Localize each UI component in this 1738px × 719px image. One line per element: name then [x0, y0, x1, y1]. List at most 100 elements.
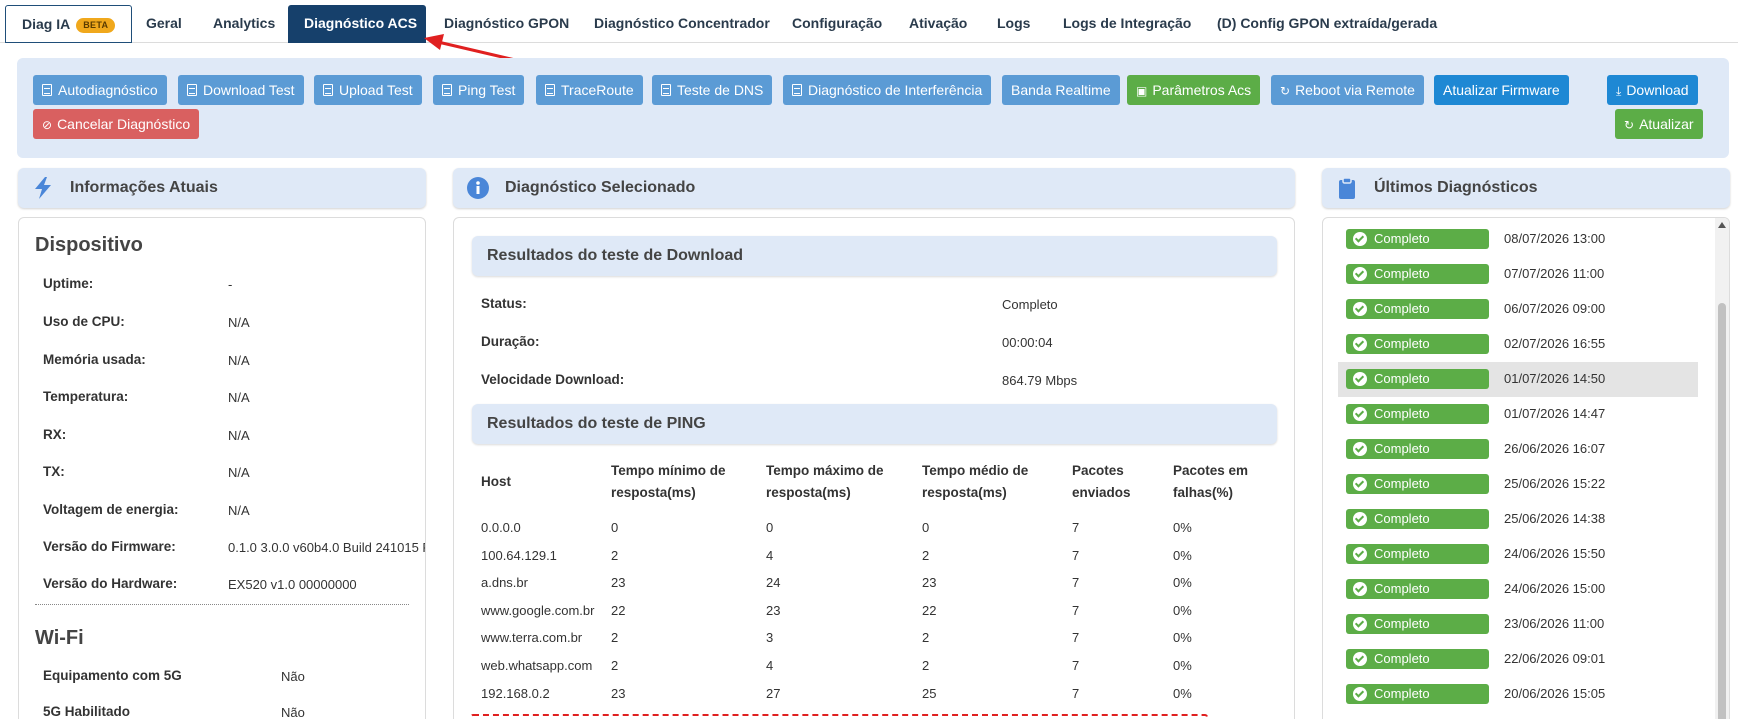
diagnostic-date: 02/07/2026 16:55 [1504, 336, 1606, 351]
beta-badge: BETA [76, 17, 116, 33]
diagnostic-list-item[interactable]: Completo 25/06/2026 14:38 [1338, 502, 1698, 537]
diagnostic-list-item[interactable]: Completo 20/06/2026 15:05 [1338, 677, 1698, 712]
autodiagnostico-button[interactable]: Autodiagnóstico [33, 75, 167, 105]
table-cell: 22 [922, 602, 937, 618]
status-badge: Completo [1346, 334, 1489, 354]
table-cell: a.dns.br [481, 575, 528, 591]
refresh-button[interactable]: ↻ Atualizar [1615, 109, 1703, 139]
ping-results-header: Resultados do teste de PING [472, 404, 1277, 444]
download-button[interactable]: ⤓ Download [1607, 75, 1698, 105]
download-test-button[interactable]: Download Test [178, 75, 304, 105]
diagnostic-list-item[interactable]: Completo 23/06/2026 11:00 [1338, 607, 1698, 642]
table-cell: 0% [1173, 658, 1192, 673]
status-badge: Completo [1346, 299, 1489, 319]
table-cell: web.whatsapp.com [481, 658, 593, 673]
diagnostic-list-item[interactable]: Completo 24/06/2026 15:00 [1338, 572, 1698, 607]
button-label: Upload Test [339, 82, 413, 98]
tab-logs-integracao[interactable]: Logs de Integração [1047, 5, 1207, 43]
tx-label: TX: [43, 464, 65, 479]
tab-geral[interactable]: Geral [130, 5, 198, 43]
status-text: Completo [1374, 511, 1430, 526]
button-label: Diagnóstico de Interferência [808, 82, 983, 98]
diagnostic-list-item[interactable]: Completo 24/06/2026 15:50 [1338, 537, 1698, 572]
tab-diagnostico-acs[interactable]: Diagnóstico ACS [288, 5, 426, 43]
diagnostic-date: 01/07/2026 14:47 [1504, 406, 1606, 421]
equip-5g-label: Equipamento com 5G [43, 668, 182, 683]
cancel-diagnostic-button[interactable]: ⊘ Cancelar Diagnóstico [33, 109, 200, 139]
button-label: Atualizar [1639, 116, 1694, 132]
parametros-acs-button[interactable]: ▣ Parâmetros Acs [1127, 75, 1261, 105]
temperature-label: Temperatura: [43, 389, 129, 404]
clipboard-icon [545, 84, 555, 96]
tab-config-gpon[interactable]: (D) Config GPON extraída/gerada [1201, 5, 1453, 43]
status-badge: Completo [1346, 439, 1489, 459]
diagnostic-date: 24/06/2026 15:00 [1504, 581, 1606, 596]
upload-test-button[interactable]: Upload Test [314, 75, 422, 105]
diagnostic-list-item[interactable]: Completo 06/07/2026 09:00 [1338, 292, 1698, 327]
diagnostic-list-item[interactable]: Completo 25/06/2026 15:22 [1338, 467, 1698, 502]
button-label: Teste de DNS [677, 82, 764, 98]
scroll-up-icon[interactable] [1718, 222, 1726, 228]
status-text: Completo [1374, 476, 1430, 491]
table-cell: 22 [611, 602, 626, 618]
tab-logs[interactable]: Logs [981, 5, 1046, 43]
diagnostic-list-item[interactable]: Completo 01/07/2026 14:47 [1338, 397, 1698, 432]
clipboard-icon [661, 84, 671, 96]
table-cell: 23 [611, 685, 626, 701]
tab-label: Diag IA [22, 16, 71, 32]
banda-realtime-button[interactable]: Banda Realtime [1002, 75, 1120, 105]
diagnostic-list-item[interactable]: Completo 07/07/2026 11:00 [1338, 257, 1698, 292]
tab-analytics[interactable]: Analytics [197, 5, 291, 43]
tab-diag-ia[interactable]: Diag IA BETA [5, 5, 133, 43]
uptime-value: - [228, 277, 233, 292]
check-circle-icon [1353, 302, 1367, 316]
check-circle-icon [1353, 582, 1367, 596]
button-label: Ping Test [458, 82, 516, 98]
table-cell: 0 [922, 520, 930, 535]
col-max-time: Tempo máximo de resposta(ms) [766, 463, 884, 500]
status-text: Completo [1374, 301, 1430, 316]
check-circle-icon [1353, 512, 1367, 526]
status-badge: Completo [1346, 474, 1489, 494]
status-badge: Completo [1346, 404, 1489, 424]
diagnostic-list-item[interactable]: Completo 26/06/2026 16:07 [1338, 432, 1698, 467]
table-cell: 2 [922, 658, 930, 673]
tab-configuracao[interactable]: Configuração [776, 5, 898, 43]
interference-button[interactable]: Diagnóstico de Interferência [783, 75, 992, 105]
diagnostic-list-item[interactable]: Completo 22/06/2026 09:01 [1338, 642, 1698, 677]
tab-diagnostico-concentrador[interactable]: Diagnóstico Concentrador [578, 5, 786, 43]
check-circle-icon [1353, 652, 1367, 666]
traceroute-button[interactable]: TraceRoute [536, 75, 643, 105]
table-cell: 27 [766, 685, 781, 701]
diagnostic-list-item[interactable]: Completo 01/07/2026 14:50 [1338, 362, 1698, 397]
tab-ativacao[interactable]: Ativação [893, 5, 983, 43]
table-cell: 7 [1072, 658, 1080, 673]
table-cell: 7 [1072, 575, 1080, 591]
diagnostic-date: 08/07/2026 13:00 [1504, 231, 1606, 246]
temperature-value: N/A [228, 390, 250, 405]
download-results-header: Resultados do teste de Download [472, 236, 1277, 276]
reboot-remote-button[interactable]: ↻ Reboot via Remote [1271, 75, 1424, 105]
status-value: Completo [1002, 297, 1058, 312]
status-text: Completo [1374, 616, 1430, 631]
download-speed-value: 864.79 Mbps [1002, 373, 1078, 388]
diagnostic-list-item[interactable]: Completo 08/07/2026 13:00 [1338, 222, 1698, 257]
clipboard-icon [323, 84, 333, 96]
status-badge: Completo [1346, 369, 1489, 389]
diagnostic-list-item[interactable]: Completo 02/07/2026 16:55 [1338, 327, 1698, 362]
update-firmware-button[interactable]: Atualizar Firmware [1434, 75, 1569, 105]
status-text: Completo [1374, 336, 1430, 351]
status-text: Completo [1374, 406, 1430, 421]
action-toolbar: Autodiagnóstico Download Test Upload Tes… [17, 58, 1729, 158]
info-panel-body: Dispositivo Uptime: - Uso de CPU: N/A Me… [18, 217, 426, 719]
col-host: Host [481, 474, 511, 489]
scrollbar-thumb[interactable] [1718, 303, 1726, 719]
scrollbar[interactable] [1715, 218, 1729, 719]
device-section-title: Dispositivo [35, 234, 143, 256]
clipboard-icon [792, 84, 802, 96]
status-badge: Completo [1346, 264, 1489, 284]
ping-test-button[interactable]: Ping Test [433, 75, 525, 105]
table-cell: 25 [922, 685, 937, 701]
dns-test-button[interactable]: Teste de DNS [652, 75, 773, 105]
button-label: Reboot via Remote [1295, 82, 1415, 98]
